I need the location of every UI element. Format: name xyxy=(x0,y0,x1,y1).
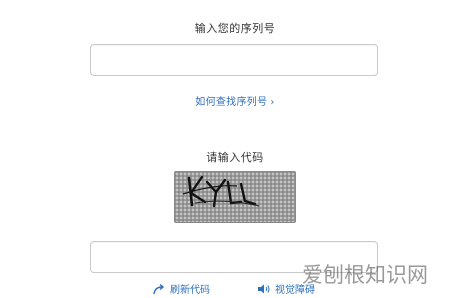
refresh-code-label: 刷新代码 xyxy=(170,285,210,296)
serial-number-label: 输入您的序列号 xyxy=(194,22,276,35)
find-serial-number-label: 如何查找序列号 xyxy=(195,97,268,108)
chevron-right-icon: › xyxy=(270,97,275,108)
speaker-icon xyxy=(257,283,271,295)
curved-arrow-icon xyxy=(152,283,166,295)
captcha-glyphs xyxy=(182,175,260,208)
site-watermark: 爱刨根知识网 xyxy=(302,263,428,287)
serial-number-input[interactable] xyxy=(90,44,378,76)
enter-code-label: 请输入代码 xyxy=(206,151,264,164)
captcha-image xyxy=(174,171,296,223)
refresh-code-link[interactable]: 刷新代码 xyxy=(152,281,210,296)
find-serial-number-link[interactable]: 如何查找序列号 › xyxy=(0,93,450,108)
